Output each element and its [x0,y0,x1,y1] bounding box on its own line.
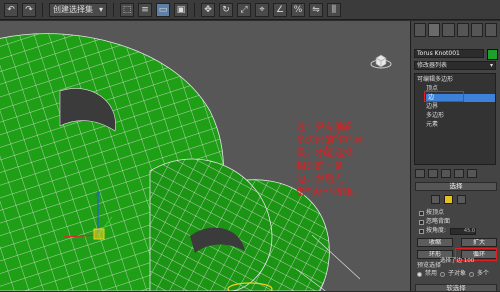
align-icon[interactable]: ⫼ [327,2,341,17]
edge-highlight-box [424,91,464,102]
mirror-icon[interactable]: ⇋ [309,2,323,17]
toolbar-separator [42,2,43,17]
ignore-backface-row: 忽略背面 [419,218,450,226]
preview-multi-label: 多个 [477,270,490,277]
scale-icon[interactable]: ⤢ [237,2,251,17]
snap-icon[interactable]: ⌖ [255,2,269,17]
border-mode-icon[interactable] [457,195,466,204]
toolbar-separator [113,2,114,17]
by-angle-row: 按角度: 45.0 [419,227,477,235]
by-vertex-label: 按顶点 [426,209,445,216]
make-unique-icon[interactable] [441,169,451,178]
preview-selection-label: 预览选择 [417,262,442,269]
stack-item-polygon[interactable]: 多边形 [426,112,444,120]
move-icon[interactable]: ✥ [201,2,215,17]
window-icon[interactable]: ▣ [174,2,188,17]
rotate-icon[interactable]: ↻ [219,2,233,17]
ignore-backface-checkbox[interactable] [419,219,424,225]
undo-icon[interactable]: ↶ [4,2,18,17]
toolbar-separator [194,2,195,17]
percent-snap-icon[interactable]: % [291,2,305,17]
remove-modifier-icon[interactable] [454,169,464,178]
angle-spinner[interactable]: 45.0 [450,227,477,235]
command-panel: Torus Knot001 修改器列表 可编辑多边形 顶点 边 边界 多边形 元… [410,21,500,292]
angle-snap-icon[interactable]: ∠ [273,2,287,17]
utilities-tab-icon[interactable] [484,23,498,37]
configure-sets-icon[interactable] [467,169,477,178]
instruction-annotation: 注：只有编辑多边形的"边"层级，才能选择相邻的一条边，然后点击"循环"按钮。 [296,122,362,198]
preview-subobj-label: 子对象 [448,270,467,277]
object-name-field[interactable]: Torus Knot001 [414,49,484,58]
select-icon[interactable]: ⬚ [120,2,134,17]
object-color-swatch[interactable] [487,49,498,60]
stack-item-editable-poly[interactable]: 可编辑多边形 [417,76,453,84]
selection-rollout-header[interactable]: 选择 [415,182,497,191]
stack-item-element[interactable]: 元素 [426,121,438,129]
rect-region-icon[interactable]: ▭ [156,2,170,17]
perspective-viewport[interactable]: 注：只有编辑多边形的"边"层级，才能选择相邻的一条边，然后点击"循环"按钮。 [0,21,410,291]
show-end-result-icon[interactable] [428,169,438,178]
status-text: 选择了边 100 [440,258,475,264]
grow-button[interactable]: 扩大 [461,238,497,247]
stack-item-border[interactable]: 边界 [426,103,438,111]
subobject-buttons [431,195,466,204]
app-window: ↶ ↷ 创建选择集 ⬚ ≡ ▭ ▣ ✥ ↻ ⤢ ⌖ ∠ % ⇋ ⫼ [0,0,500,292]
main-toolbar: ↶ ↷ 创建选择集 ⬚ ≡ ▭ ▣ ✥ ↻ ⤢ ⌖ ∠ % ⇋ ⫼ [0,0,500,20]
by-angle-checkbox[interactable] [419,228,424,234]
command-panel-tabs [411,21,500,39]
shrink-button[interactable]: 收缩 [417,238,453,247]
preview-off-radio[interactable] [417,271,422,277]
edge-mode-icon[interactable] [444,195,453,204]
redo-icon[interactable]: ↷ [22,2,36,17]
preview-multi-radio[interactable] [469,271,475,277]
ignore-backface-label: 忽略背面 [426,218,451,225]
modifier-stack: 可编辑多边形 顶点 边 边界 多边形 元素 [414,73,496,165]
by-angle-label: 按角度: [426,227,447,234]
select-name-icon[interactable]: ≡ [138,2,152,17]
by-vertex-checkbox[interactable] [419,210,424,216]
motion-tab-icon[interactable] [456,23,469,37]
vertex-mode-icon[interactable] [431,195,440,204]
shrink-grow-row: 收缩 扩大 [417,238,497,248]
create-tab-icon[interactable] [414,23,427,37]
modifier-list-dropdown[interactable]: 修改器列表 [414,61,496,70]
preview-subobj-radio[interactable] [440,271,446,277]
display-tab-icon[interactable] [470,23,483,37]
hierarchy-tab-icon[interactable] [442,23,455,37]
preview-off-label: 禁用 [425,270,438,277]
selection-filter-dropdown[interactable]: 创建选择集 [49,2,107,17]
by-vertex-row: 按顶点 [419,209,444,217]
modify-tab-icon[interactable] [428,23,441,37]
preview-selection-options: 禁用 子对象 多个 [417,270,489,278]
viewcube-icon[interactable] [370,49,392,71]
stack-toolbar [415,169,495,179]
pin-stack-icon[interactable] [415,169,425,178]
